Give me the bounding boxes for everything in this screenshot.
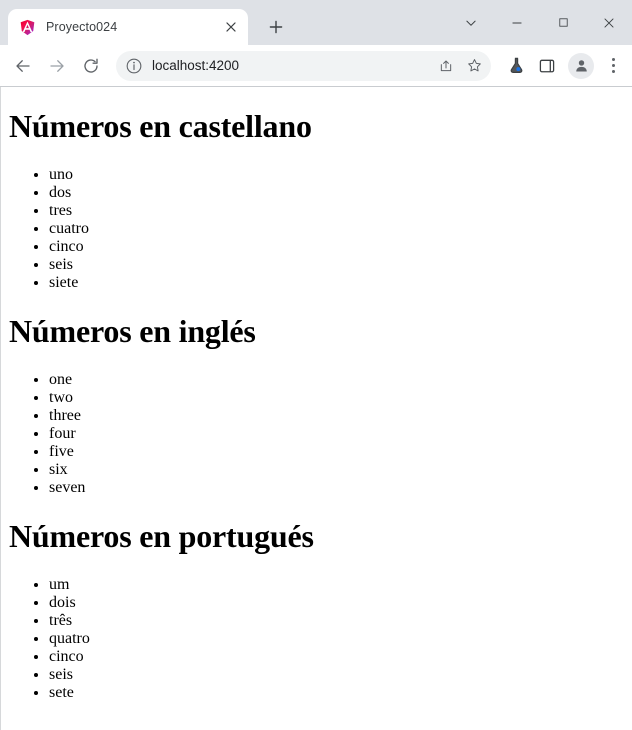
list-item: quatro	[49, 630, 624, 648]
page-heading-ingles: Números en inglés	[9, 313, 256, 350]
list-item: seis	[49, 256, 624, 274]
list-item: três	[49, 612, 624, 630]
menu-dot	[611, 64, 615, 67]
tab-search-button[interactable]	[448, 7, 494, 39]
list-item: six	[49, 461, 624, 479]
share-icon[interactable]	[433, 53, 459, 79]
plus-icon	[269, 20, 283, 34]
forward-button[interactable]	[42, 51, 72, 81]
list-item: tres	[49, 202, 624, 220]
experiments-button[interactable]	[502, 51, 530, 81]
tab-title: Proyecto024	[46, 20, 118, 34]
list-item: seven	[49, 479, 624, 497]
back-button[interactable]	[8, 51, 38, 81]
arrow-right-icon	[50, 59, 64, 72]
number-list-castellano: uno dos tres cuatro cinco seis siete	[9, 166, 624, 292]
close-window-button[interactable]	[586, 7, 632, 39]
flask-icon	[510, 57, 522, 73]
browser-tab[interactable]: Proyecto024	[8, 9, 248, 45]
list-item: cinco	[49, 238, 624, 256]
angular-logo-icon	[19, 19, 36, 36]
list-item: cuatro	[49, 220, 624, 238]
page-heading-portugues: Números en portugués	[9, 518, 314, 555]
close-icon	[604, 17, 614, 28]
bookmark-star-icon[interactable]	[461, 53, 487, 79]
person-icon	[575, 60, 587, 72]
browser-window: Proyecto024 localhost:4200 Números en ca…	[0, 0, 632, 730]
list-item: dois	[49, 594, 624, 612]
list-item: seis	[49, 666, 624, 684]
url-text[interactable]: localhost:4200	[152, 58, 431, 73]
number-list-portugues: um dois três quatro cinco seis sete	[9, 576, 624, 702]
page-content: Números en castellano uno dos tres cuatr…	[1, 108, 632, 702]
list-item: one	[49, 371, 624, 389]
maximize-button[interactable]	[540, 7, 586, 39]
menu-dot	[611, 58, 615, 62]
page-heading-castellano: Números en castellano	[9, 108, 312, 144]
list-item: two	[49, 389, 624, 407]
list-item: dos	[49, 184, 624, 202]
maximize-icon	[558, 18, 568, 27]
arrow-left-icon	[16, 59, 30, 72]
chevron-down-icon	[466, 20, 476, 26]
minimize-icon	[512, 22, 522, 23]
list-item: cinco	[49, 648, 624, 666]
profile-avatar[interactable]	[568, 52, 594, 79]
list-item: siete	[49, 274, 624, 292]
side-panel-icon	[539, 59, 555, 72]
side-panel-button[interactable]	[533, 51, 561, 81]
browser-toolbar: localhost:4200	[0, 45, 632, 87]
list-item: three	[49, 407, 624, 425]
window-controls	[448, 0, 632, 45]
reload-icon	[84, 58, 98, 73]
info-circle-icon[interactable]	[125, 57, 143, 75]
reload-button[interactable]	[76, 51, 106, 81]
number-list-ingles: one two three four five six seven	[9, 371, 624, 497]
address-bar[interactable]: localhost:4200	[116, 50, 491, 81]
minimize-button[interactable]	[494, 7, 540, 39]
close-icon[interactable]	[220, 16, 242, 38]
tab-strip: Proyecto024	[0, 0, 632, 45]
list-item: um	[49, 576, 624, 594]
list-item: four	[49, 425, 624, 443]
menu-dot	[611, 69, 615, 73]
page-viewport: Números en castellano uno dos tres cuatr…	[0, 87, 632, 730]
list-item: sete	[49, 684, 624, 702]
new-tab-button[interactable]	[262, 13, 290, 41]
list-item: uno	[49, 166, 624, 184]
list-item: five	[49, 443, 624, 461]
chrome-menu-button[interactable]	[600, 51, 626, 81]
